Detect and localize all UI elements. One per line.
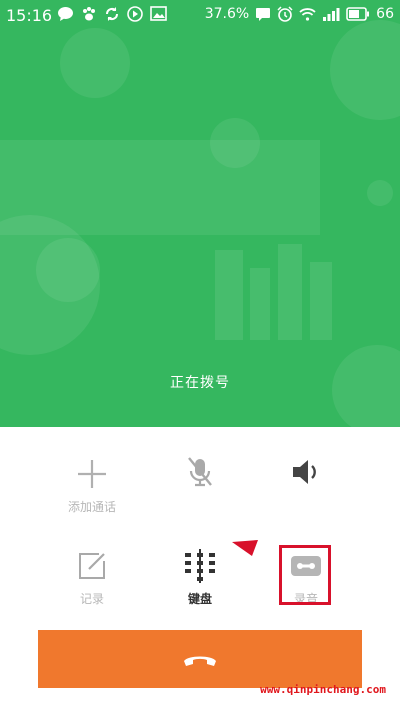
call-status-text: 正在拨号 [170,375,230,391]
wifi-icon [299,7,316,21]
chat-icon [255,7,271,22]
phone-hangup-icon [180,647,220,672]
battery-level: 66 [376,6,394,22]
keypad-label: 键盘 [187,592,212,606]
mute-button[interactable] [150,452,250,492]
mic-off-icon [184,452,216,492]
decor-bar [310,262,332,340]
watermark-text: www.qinpinchang.com [260,683,386,696]
alarm-icon [277,6,293,22]
notes-label: 记录 [79,592,104,606]
status-bar: 15:16 37.6% 66 [0,0,400,30]
decor-bubble [367,180,393,206]
signal-icon [322,7,340,21]
decor-band [0,140,320,235]
paw-icon [81,6,97,22]
record-highlight-frame [279,545,331,605]
speaker-button[interactable] [256,452,356,492]
hangup-button[interactable] [38,630,362,688]
decor-bubble [60,28,130,98]
message-icon [57,6,74,22]
call-screen-header: 15:16 37.6% 66 正在拨号 [0,0,400,427]
decor-bubble [330,20,400,120]
battery-percent: 37.6% [204,6,250,22]
decor-bar [250,268,270,340]
decor-bubble [36,238,100,302]
play-icon [127,6,143,22]
status-time: 15:16 [6,6,53,25]
plus-icon [74,454,110,494]
add-call-button[interactable]: 添加通话 [42,454,142,515]
keypad-icon [182,546,218,586]
image-icon [150,6,167,22]
note-edit-icon [75,546,109,586]
decor-bar [278,244,302,340]
notes-button[interactable]: 记录 [42,546,142,607]
speaker-icon [288,452,324,492]
sync-icon [104,6,120,22]
decor-bar [215,250,243,340]
add-call-label: 添加通话 [67,500,116,514]
battery-icon [346,7,370,21]
